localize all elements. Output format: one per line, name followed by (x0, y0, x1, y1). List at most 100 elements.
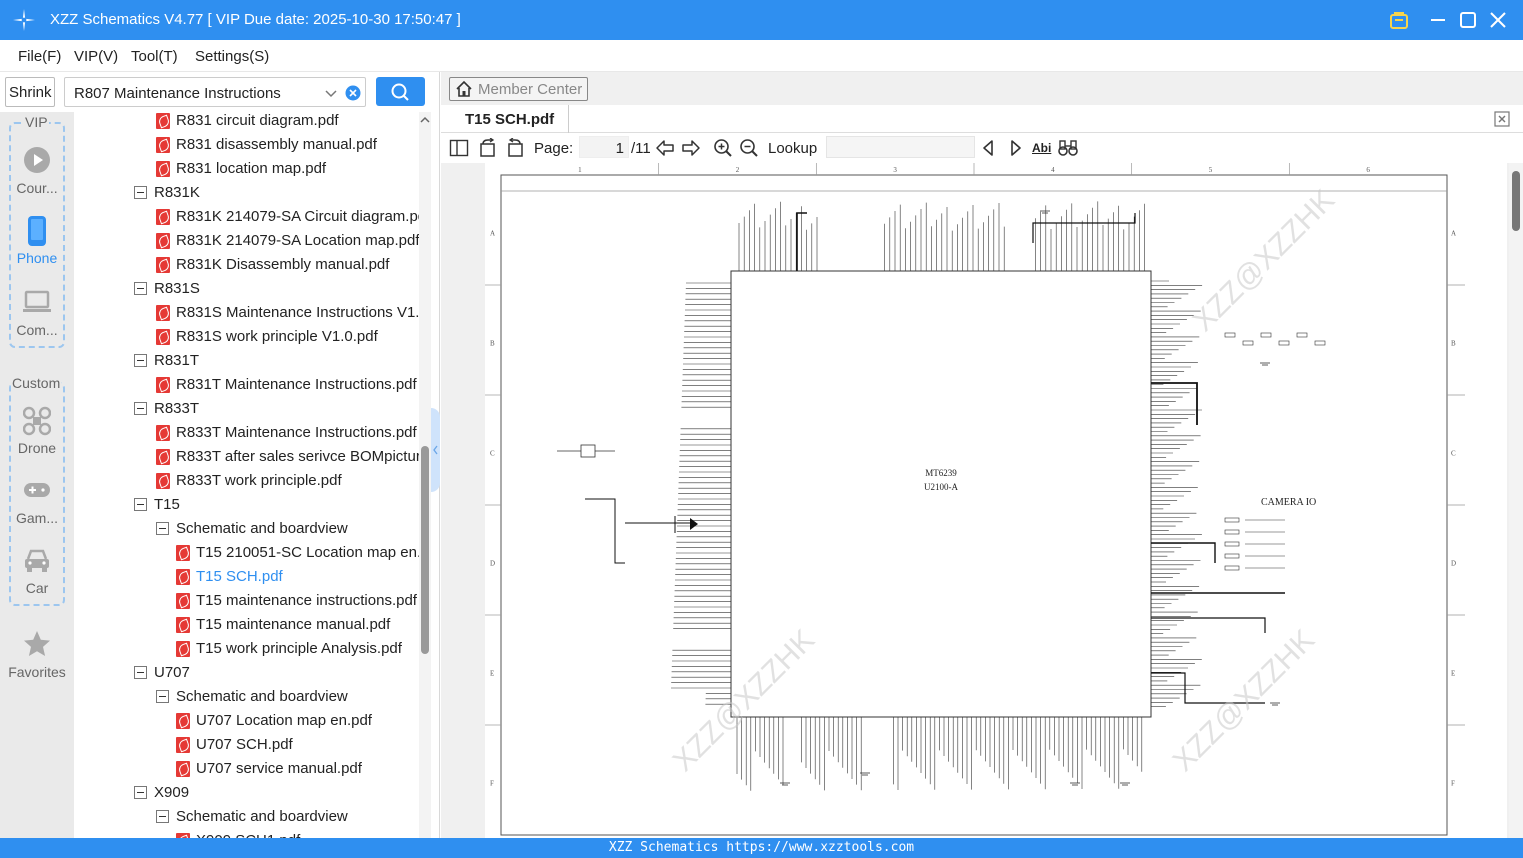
sidebar-item-computer[interactable]: Com... (0, 288, 74, 348)
scrollbar-thumb[interactable] (421, 446, 429, 654)
tree-item-label: U707 (154, 664, 190, 681)
search-button[interactable] (376, 77, 425, 106)
row-label: C (1451, 450, 1456, 458)
collapse-toggle-icon[interactable] (134, 498, 147, 511)
resistor (1278, 340, 1290, 346)
column-label: 3 (893, 166, 897, 174)
search-value: R807 Maintenance Instructions (74, 85, 281, 102)
pdf-file-icon (156, 209, 170, 225)
collapse-toggle-icon[interactable] (134, 282, 147, 295)
chip-name: MT6239 (925, 468, 957, 478)
menu-settings[interactable]: Settings(S) (195, 48, 269, 65)
window-title: XZZ Schematics V4.77 [ VIP Due date: 202… (50, 11, 461, 28)
chip-ref: U2100-A (924, 482, 958, 492)
collapse-toggle-icon[interactable] (134, 186, 147, 199)
column-label: 5 (1209, 166, 1213, 174)
row-label: B (1451, 340, 1456, 348)
shrink-button[interactable]: Shrink (5, 77, 55, 107)
minimize-icon[interactable] (1426, 8, 1450, 32)
schematic-page[interactable]: 1 2 3 4 5 6 A A B B C C D D E E F F MT6239 U2100-A CAMERA IO… (485, 163, 1507, 838)
prev-page-icon[interactable] (655, 138, 675, 158)
rotate-right-icon[interactable] (505, 138, 525, 158)
laptop-icon (23, 290, 51, 312)
tree-item-label: R833T Maintenance Instructions.pdf (176, 424, 417, 441)
next-page-icon[interactable] (681, 138, 701, 158)
bag-icon[interactable] (1387, 8, 1411, 32)
collapse-toggle-icon[interactable] (134, 402, 147, 415)
zoom-out-icon[interactable] (739, 138, 759, 158)
document-scrollbar[interactable] (1509, 163, 1523, 838)
search-input[interactable]: R807 Maintenance Instructions (64, 77, 366, 107)
find-prev-icon[interactable] (979, 138, 999, 158)
member-center-button[interactable]: Member Center (449, 77, 588, 101)
diode-symbol (690, 518, 698, 530)
sidebar-item-drone[interactable]: Drone (0, 406, 74, 466)
document-view[interactable]: 1 2 3 4 5 6 A A B B C C D D E E F F MT6239 U2100-A CAMERA IO… (441, 163, 1523, 838)
tree-item-label: R831K 214079-SA Location map.pdf (176, 232, 419, 249)
match-case-button[interactable]: Abi (1032, 141, 1051, 155)
collapse-toggle-icon[interactable] (156, 690, 169, 703)
chevron-down-icon[interactable] (323, 85, 339, 101)
close-icon[interactable] (1486, 8, 1510, 32)
collapse-toggle-icon[interactable] (134, 666, 147, 679)
tree-item-label: R831 circuit diagram.pdf (176, 112, 339, 129)
tree-item-label: R831K 214079-SA Circuit diagram.pdf (176, 208, 419, 225)
tree-item-label: T15 210051-SC Location map en.pdf (196, 544, 419, 561)
status-footer: XZZ Schematics https://www.xzztools.com (0, 838, 1523, 858)
tree-scrollbar[interactable] (419, 112, 431, 838)
page-total: /11 (631, 140, 651, 157)
menu-tool[interactable]: Tool(T) (131, 48, 178, 65)
tree-item-label: X909 (154, 784, 190, 801)
zoom-in-icon[interactable] (713, 138, 733, 158)
resistor (1314, 340, 1326, 346)
bus-line (796, 212, 807, 271)
pane-collapse-handle[interactable] (431, 408, 440, 492)
wire (585, 498, 625, 564)
file-tree: R831 circuit diagram.pdf R831 disassembly… (74, 112, 419, 838)
scrollbar-thumb[interactable] (1512, 171, 1520, 231)
sidebar-toggle-icon[interactable] (449, 138, 469, 158)
menu-file[interactable]: File(F) (18, 48, 61, 65)
rotate-left-icon[interactable] (478, 138, 498, 158)
watermark-text: XZZ@XZZHK (667, 623, 821, 777)
tab-t15-sch[interactable]: T15 SCH.pdf (451, 105, 570, 133)
binoculars-icon[interactable] (1058, 138, 1078, 158)
resistor (1224, 565, 1240, 571)
sidebar-item-courses[interactable]: Cour... (0, 146, 74, 206)
sidebar-item-favorites[interactable]: Favorites (0, 630, 74, 690)
pdf-file-icon (176, 569, 190, 585)
collapse-toggle-icon[interactable] (134, 354, 147, 367)
sidebar-item-car[interactable]: Car (0, 546, 74, 606)
tree-item-label: U707 service manual.pdf (196, 760, 362, 777)
collapse-toggle-icon[interactable] (156, 810, 169, 823)
tree-item-label: T15 maintenance manual.pdf (196, 616, 391, 633)
collapse-toggle-icon[interactable] (156, 522, 169, 535)
column-label: 4 (1051, 166, 1055, 174)
tree-item-label: R831S (154, 280, 200, 297)
tree-item-label: R831T Maintenance Instructions.pdf (176, 376, 417, 393)
close-tab-icon[interactable] (1494, 111, 1510, 127)
play-icon (24, 147, 50, 173)
xzz-logo-icon (13, 9, 35, 31)
pdf-file-icon (176, 593, 190, 609)
collapse-toggle-icon[interactable] (134, 786, 147, 799)
clear-icon[interactable] (345, 85, 361, 101)
sidebar-item-phone[interactable]: Phone (0, 216, 74, 276)
sidebar-item-gaming[interactable]: Gam... (0, 476, 74, 536)
menu-vip[interactable]: VIP(V) (74, 48, 118, 65)
pdf-file-icon (156, 137, 170, 153)
row-label: C (490, 450, 495, 458)
maximize-icon[interactable] (1456, 8, 1480, 32)
pdf-file-icon (176, 641, 190, 657)
row-label: E (1451, 670, 1455, 678)
tree-item-label: R833T work principle.pdf (176, 472, 342, 489)
find-next-icon[interactable] (1005, 138, 1025, 158)
lookup-input[interactable] (826, 136, 975, 158)
tree-item-label: U707 SCH.pdf (196, 736, 293, 753)
pdf-file-icon (156, 161, 170, 177)
resistor (1296, 332, 1308, 338)
scroll-up-icon[interactable] (419, 114, 431, 126)
viewer-pane: Member Center T15 SCH.pdf Page: 1 /11 Lo… (441, 72, 1523, 838)
row-label: B (490, 340, 495, 348)
page-number-input[interactable]: 1 (579, 136, 629, 158)
